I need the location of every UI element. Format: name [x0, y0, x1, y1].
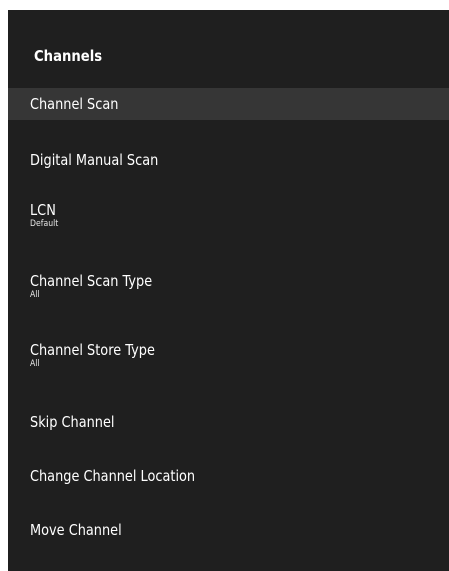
menu-item-channel-store-type[interactable]: Channel Store Type All	[8, 337, 449, 377]
menu-item-move-channel[interactable]: Move Channel	[8, 514, 449, 546]
menu-item-value: All	[30, 359, 40, 369]
menu-item-label: Move Channel	[30, 521, 122, 539]
menu-item-label: Digital Manual Scan	[30, 151, 159, 169]
menu-item-channel-scan[interactable]: Channel Scan	[8, 88, 449, 120]
menu-item-skip-channel[interactable]: Skip Channel	[8, 406, 449, 438]
menu-item-digital-manual-scan[interactable]: Digital Manual Scan	[8, 144, 449, 176]
menu-item-label: LCN	[30, 201, 56, 219]
channels-settings-panel: Channels Channel Scan Digital Manual Sca…	[8, 10, 449, 571]
menu-item-label: Channel Scan Type	[30, 272, 153, 290]
menu-item-label: Channel Store Type	[30, 341, 155, 359]
panel-title: Channels	[34, 47, 103, 65]
menu-item-label: Skip Channel	[30, 413, 115, 431]
menu-item-value: Default	[30, 219, 59, 229]
menu-item-channel-scan-type[interactable]: Channel Scan Type All	[8, 268, 449, 308]
menu-item-label: Channel Scan	[30, 95, 119, 113]
menu-item-change-channel-location[interactable]: Change Channel Location	[8, 460, 449, 492]
menu-item-value: All	[30, 290, 40, 300]
menu-item-lcn[interactable]: LCN Default	[8, 197, 449, 237]
menu-item-label: Change Channel Location	[30, 467, 196, 485]
